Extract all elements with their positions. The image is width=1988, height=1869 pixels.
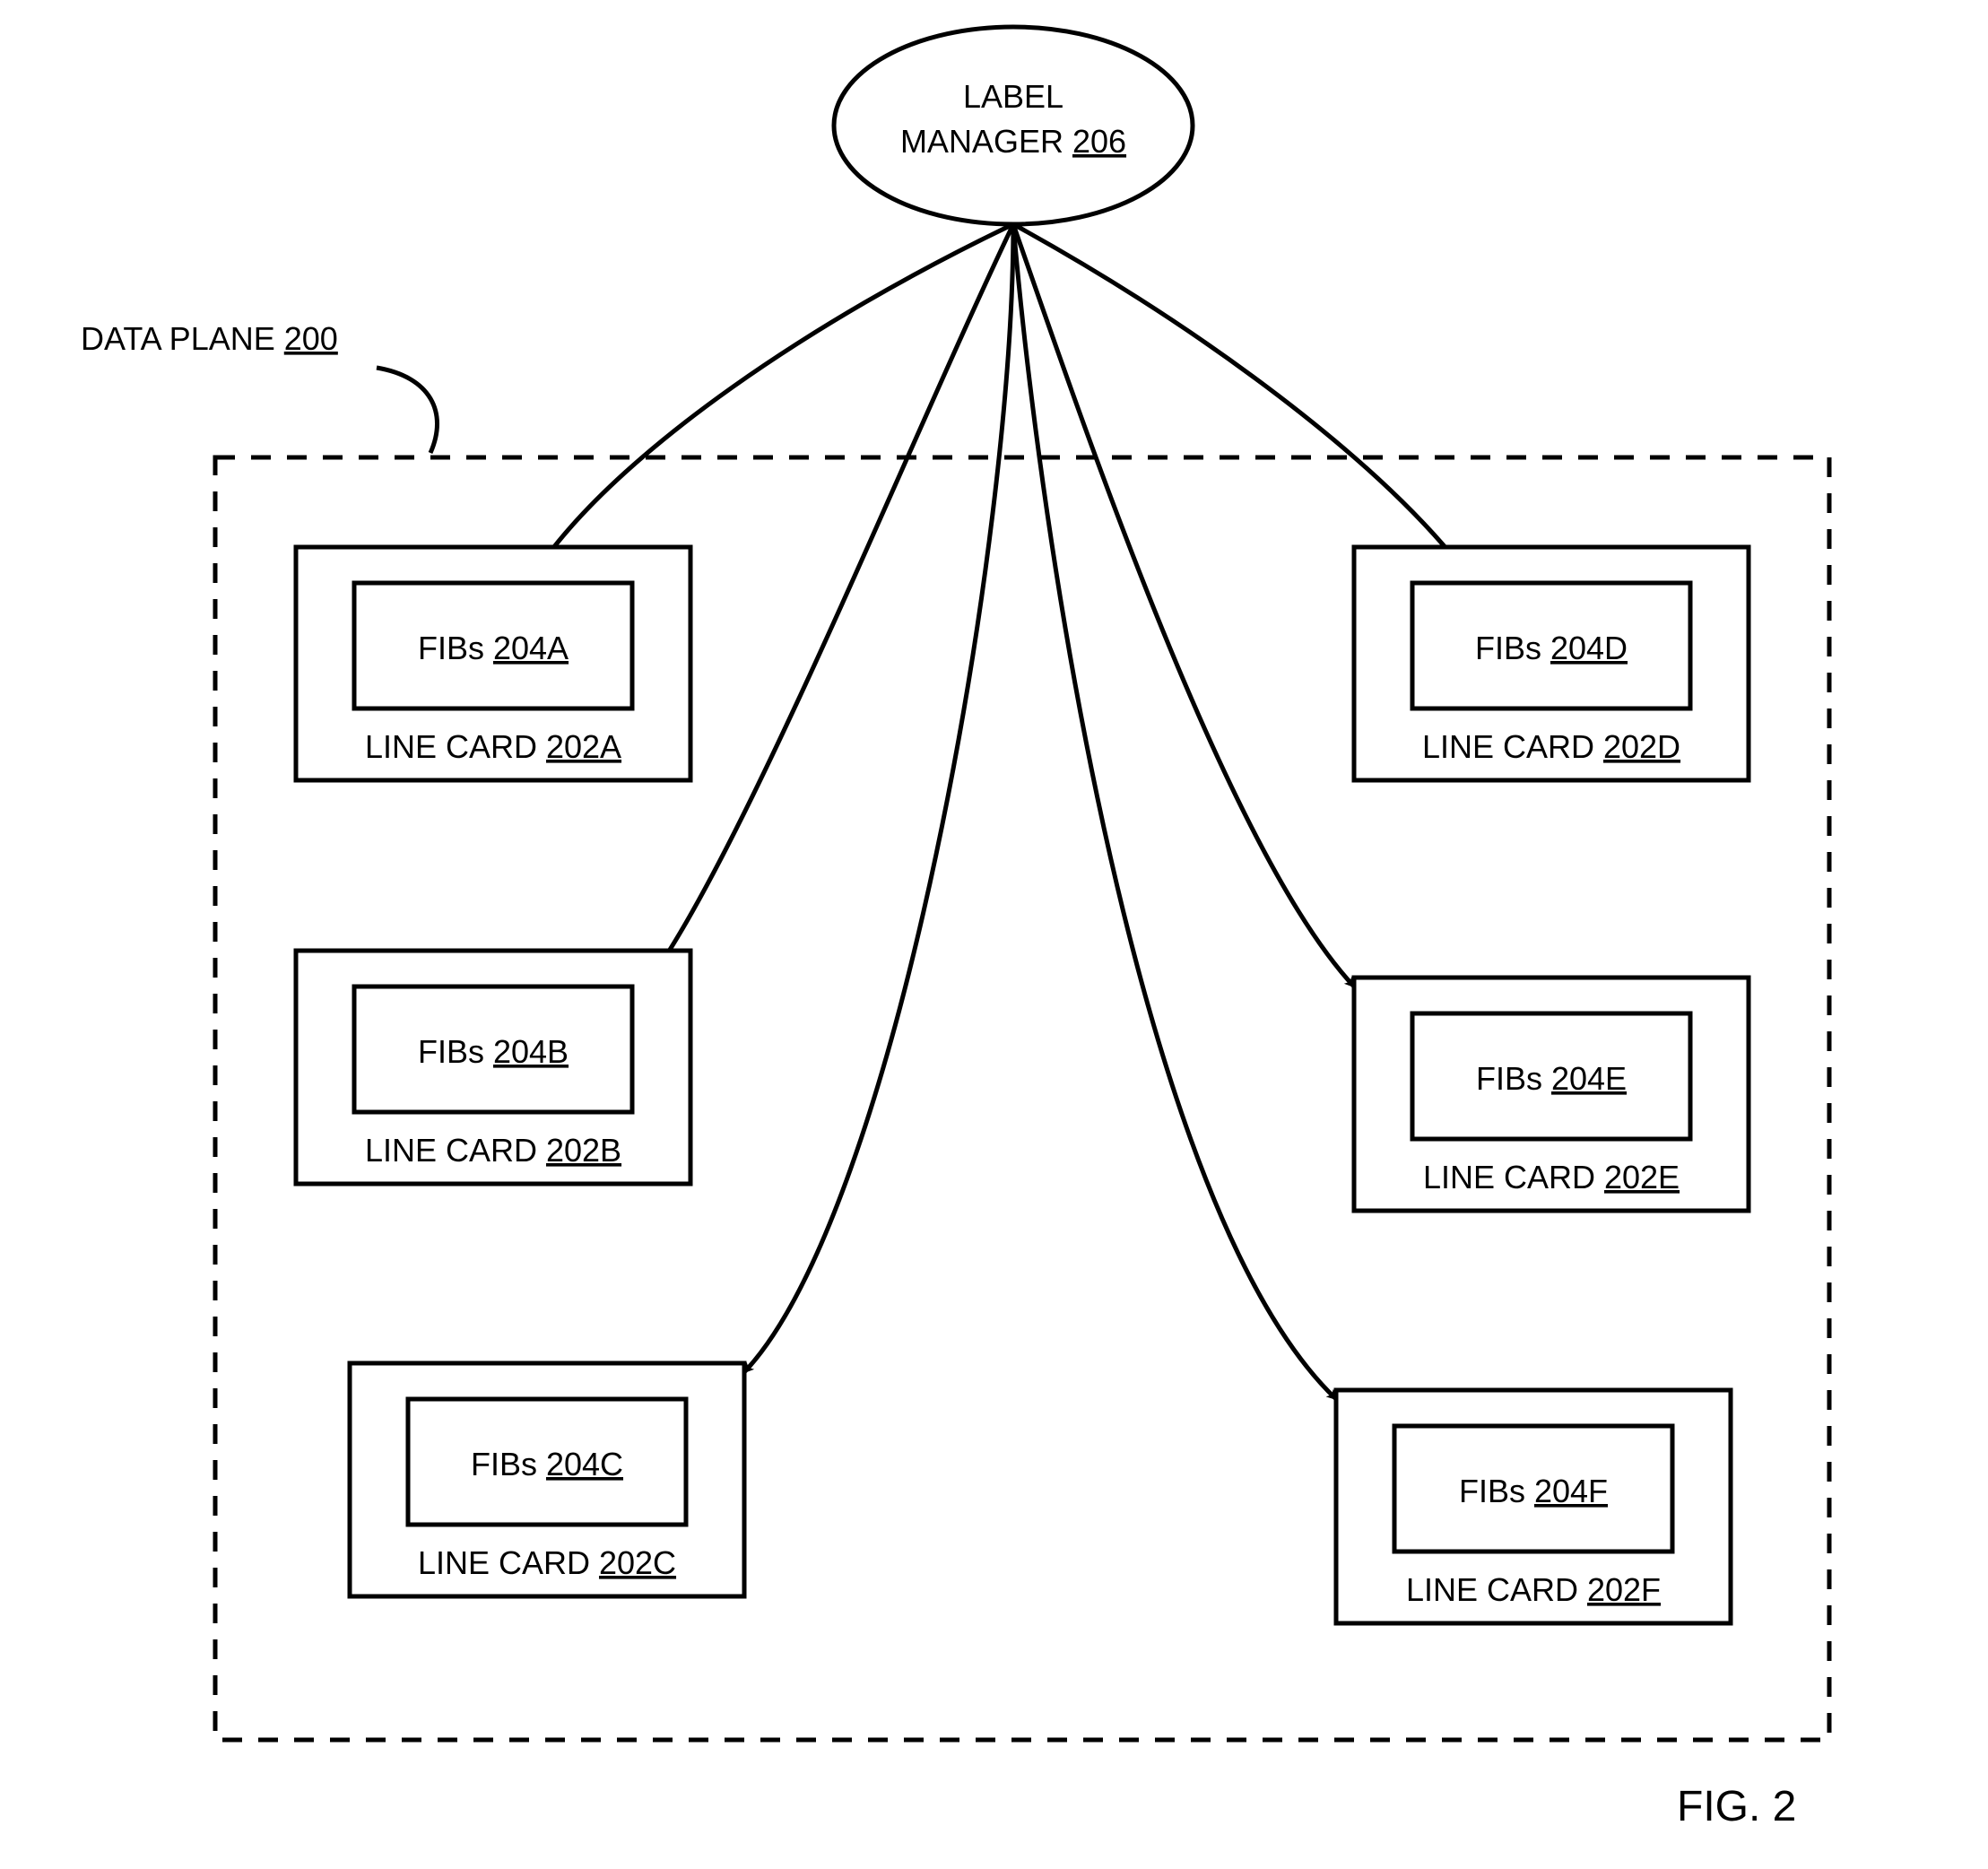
line-card-b: FIBs 204B LINE CARD 202B [296, 951, 690, 1184]
fib-label-b: FIBs 204B [418, 1033, 569, 1070]
fib-label-e: FIBs 204E [1476, 1060, 1627, 1097]
fib-label-f: FIBs 204F [1459, 1473, 1608, 1509]
card-label-d: LINE CARD 202D [1422, 728, 1680, 765]
line-card-d: FIBs 204D LINE CARD 202D [1354, 547, 1749, 780]
fib-label-c: FIBs 204C [471, 1446, 623, 1482]
card-label-c: LINE CARD 202C [418, 1544, 676, 1581]
card-label-e: LINE CARD 202E [1423, 1159, 1680, 1195]
data-plane-label: DATA PLANE 200 [81, 320, 338, 357]
line-card-c: FIBs 204C LINE CARD 202C [350, 1363, 744, 1596]
label-manager-title-line1: LABEL [963, 78, 1063, 115]
line-card-f: FIBs 204F LINE CARD 202F [1336, 1390, 1731, 1623]
line-card-e: FIBs 204E LINE CARD 202E [1354, 978, 1749, 1211]
card-label-a: LINE CARD 202A [365, 728, 621, 765]
diagram-canvas: LABEL MANAGER 206 DATA PLANE 200 FIBs 20… [0, 0, 1988, 1869]
data-plane-label-group: DATA PLANE 200 [81, 320, 438, 453]
fib-label-a: FIBs 204A [418, 630, 569, 666]
figure-caption: FIG. 2 [1677, 1783, 1796, 1830]
connector-arrows [547, 224, 1453, 1399]
fib-label-d: FIBs 204D [1475, 630, 1628, 666]
card-label-b: LINE CARD 202B [365, 1132, 621, 1169]
label-manager-title-line2: MANAGER 206 [900, 123, 1126, 160]
label-manager-node: LABEL MANAGER 206 [834, 27, 1193, 224]
card-label-f: LINE CARD 202F [1406, 1571, 1661, 1608]
line-card-a: FIBs 204A LINE CARD 202A [296, 547, 690, 780]
